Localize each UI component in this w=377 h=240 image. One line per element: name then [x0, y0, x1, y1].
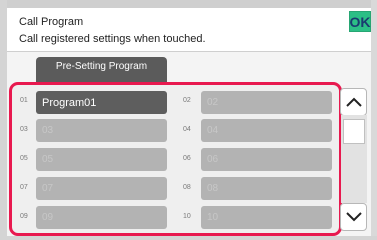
slot-number-09: 09 [20, 213, 28, 220]
slot-number-03: 03 [20, 126, 28, 133]
slot-number-05: 05 [20, 155, 28, 162]
slot-number-10: 10 [183, 213, 191, 220]
bottom-edge [0, 236, 377, 240]
program-slot-02[interactable]: 02 [201, 91, 332, 114]
scroll-down-button[interactable] [340, 203, 367, 231]
page-title: Call Program [19, 16, 84, 28]
pre-setting-program-button[interactable]: Pre-Setting Program [36, 57, 167, 85]
program-slot-05[interactable]: 05 [36, 148, 167, 171]
scrollbar-thumb[interactable] [343, 119, 365, 144]
page-subtitle: Call registered settings when touched. [19, 33, 206, 45]
program-slot-07[interactable]: 07 [36, 177, 167, 200]
right-edge [371, 0, 377, 240]
program-slot-04[interactable]: 04 [201, 119, 332, 142]
program-slot-10[interactable]: 10 [201, 206, 332, 229]
program-slot-09[interactable]: 09 [36, 206, 167, 229]
slot-number-02: 02 [183, 97, 191, 104]
program-slot-08[interactable]: 08 [201, 177, 332, 200]
left-edge [0, 0, 7, 240]
slot-number-08: 08 [183, 184, 191, 191]
slot-number-04: 04 [183, 126, 191, 133]
chevron-up-icon [345, 97, 362, 107]
window-top-bar [0, 0, 377, 8]
slot-number-07: 07 [20, 184, 28, 191]
program-slot-03[interactable]: 03 [36, 119, 167, 142]
slot-number-06: 06 [183, 155, 191, 162]
chevron-down-icon [345, 212, 362, 222]
ok-button[interactable]: OK [349, 11, 371, 32]
program-slot-01[interactable]: Program01 [36, 91, 167, 114]
scroll-up-button[interactable] [340, 88, 367, 116]
slot-number-01: 01 [20, 97, 28, 104]
program-slot-06[interactable]: 06 [201, 148, 332, 171]
